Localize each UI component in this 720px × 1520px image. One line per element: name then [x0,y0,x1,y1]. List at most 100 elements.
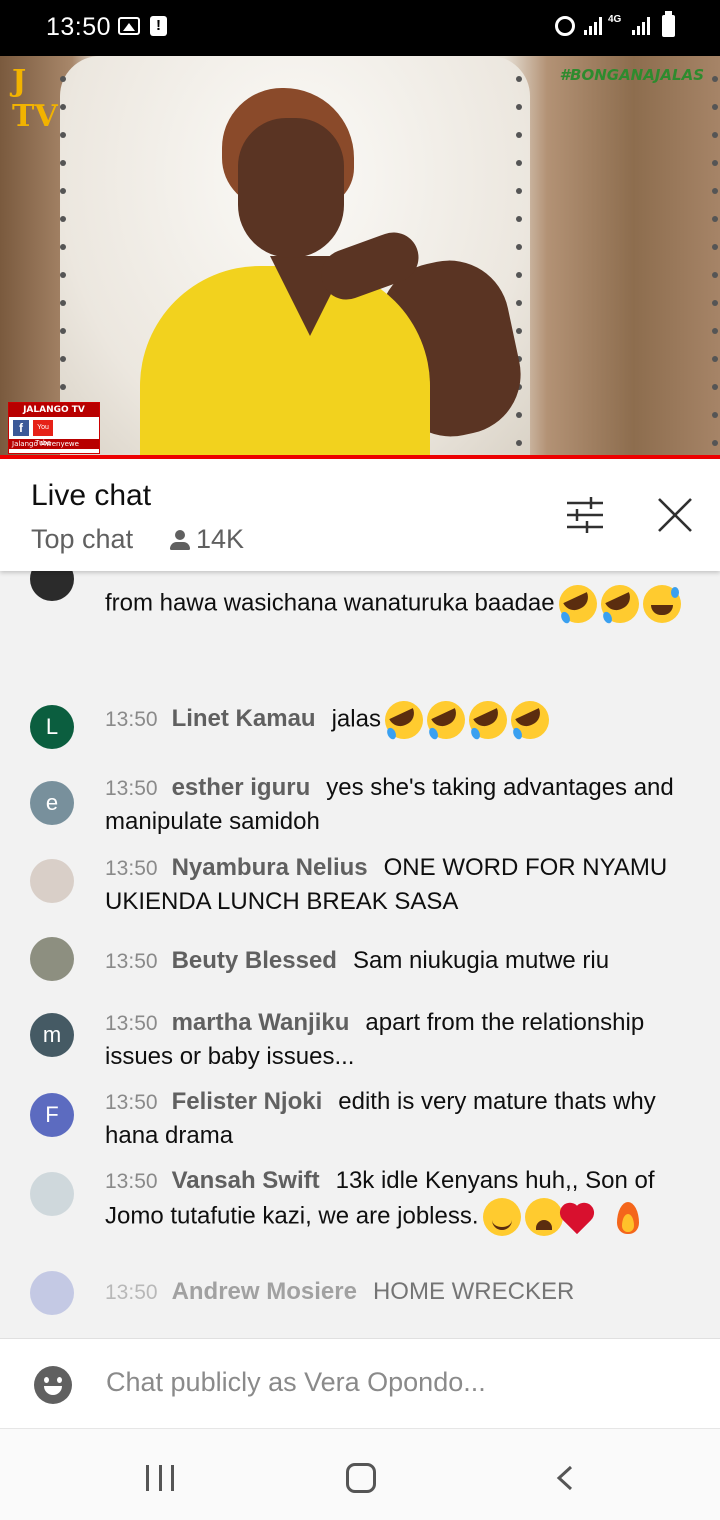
sweat-emoji-icon [642,585,681,623]
message-timestamp: 13:50 [105,777,158,800]
status-bar: 13:50 ! 4G [0,0,720,56]
filter-button[interactable] [563,493,607,537]
person-icon [170,529,190,551]
couch-stud [516,244,522,250]
message-author[interactable]: esther iguru [172,774,311,801]
message-author[interactable]: Beuty Blessed [172,947,337,974]
couch-stud [712,188,718,194]
avatar[interactable]: F [30,1093,74,1137]
blush-emoji-icon [482,1198,521,1236]
message-timestamp: 13:50 [105,1091,158,1114]
recent-apps-icon[interactable] [146,1465,174,1491]
couch-stud [712,440,718,446]
couch-stud [516,132,522,138]
close-button[interactable] [653,493,697,537]
couch-stud [60,104,66,110]
avatar[interactable] [30,571,74,601]
rofl-emoji-icon [378,694,430,746]
message-content: 13:50 esther iguru yes she's taking advant… [105,771,690,838]
badge-subtitle: Jalango Mwenyewe [9,439,99,449]
couch-stud [712,384,718,390]
alarm-icon [555,16,575,36]
couch-stud [712,328,718,334]
image-icon [118,17,140,35]
message-author[interactable]: Vansah Swift [172,1167,320,1194]
message-content: 13:50 Vansah Swift 13k idle Kenyans huh,, … [105,1164,690,1236]
back-icon[interactable] [555,1465,575,1491]
message-timestamp: 13:50 [105,1012,158,1035]
message-content: 13:50 martha Wanjiku apart from the relati… [105,1006,690,1073]
message-timestamp: 13:50 [105,950,158,973]
message-author[interactable]: Nyambura Nelius [172,854,368,881]
couch-stud [712,132,718,138]
video-player[interactable]: J TV #BONGANAJALAS JALANGO TV f You Tube… [0,56,720,456]
message-timestamp: 13:50 [105,1281,158,1304]
message-author[interactable]: Felister Njoki [172,1088,323,1115]
signal-icon-2 [632,17,650,35]
video-figure-face [238,118,344,258]
avatar[interactable]: e [30,781,74,825]
home-icon[interactable] [346,1463,376,1493]
chat-input[interactable] [106,1367,686,1398]
alert-icon: ! [150,16,167,36]
avatar[interactable] [30,1172,74,1216]
message-timestamp: 13:50 [105,1170,158,1193]
message-text: from hawa wasichana wanaturuka baadae [105,589,555,617]
avatar[interactable] [30,1271,74,1315]
message-author[interactable]: Linet Kamau [172,705,316,732]
couch-stud [60,328,66,334]
fire-emoji-icon [609,1198,647,1236]
couch-stud [712,300,718,306]
couch-stud [60,160,66,166]
message-author[interactable]: martha Wanjiku [172,1009,350,1036]
message-author[interactable]: Andrew Mosiere [172,1278,357,1305]
couch-stud [516,300,522,306]
chat-mode-selector[interactable]: Top chat [31,524,133,555]
channel-badge: JALANGO TV f You Tube Jalango Mwenyewe [8,402,100,454]
couch-stud [60,244,66,250]
couch-stud [60,216,66,222]
heart-emoji-icon [567,1198,605,1236]
couch-stud [60,300,66,306]
couch-stud [516,216,522,222]
couch-stud [712,412,718,418]
chat-message-list[interactable]: from hawa wasichana wanaturuka baadae L 13… [0,571,720,1338]
couch-stud [516,188,522,194]
couch-stud [712,244,718,250]
avatar[interactable]: L [30,705,74,749]
couch-stud [516,440,522,446]
message-content: 13:50 Linet Kamau jalas [105,694,690,746]
couch-stud [712,216,718,222]
couch-stud [516,272,522,278]
message-content: 13:50 Beuty Blessed Sam niukugia mutwe riu [105,944,690,978]
couch-stud [60,272,66,278]
couch-stud [516,412,522,418]
avatar[interactable] [30,937,74,981]
status-time: 13:50 [46,13,112,41]
couch-stud [60,188,66,194]
rofl-emoji-icon [594,578,645,630]
badge-title: JALANGO TV [9,403,99,417]
couch-stud [60,384,66,390]
message-content: 13:50 Nyambura Nelius ONE WORD FOR NYAMU U… [105,851,690,918]
close-icon [658,498,692,532]
message-content: 13:50 Andrew Mosiere HOME WRECKER [105,1275,690,1309]
rofl-emoji-icon [504,694,556,746]
rofl-emoji-icon [552,578,603,630]
avatar[interactable]: m [30,1013,74,1057]
emoji-picker-icon[interactable] [34,1366,72,1404]
message-content: 13:50 Felister Njoki edith is very mature … [105,1085,690,1152]
couch-stud [516,76,522,82]
chat-input-bar [0,1338,720,1428]
chat-header: Live chat Top chat 14K [0,459,720,571]
avatar[interactable] [30,859,74,903]
message-text: Sam niukugia mutwe riu [352,947,610,974]
rofl-emoji-icon [462,694,514,746]
system-nav-bar [0,1428,720,1520]
signal-icon [584,17,602,35]
network-type: 4G [608,14,622,25]
facebook-icon: f [13,420,29,436]
message-timestamp: 13:50 [105,857,158,880]
message-content: from hawa wasichana wanaturuka baadae [105,578,690,630]
video-hashtag: #BONGANAJALAS [559,66,704,84]
